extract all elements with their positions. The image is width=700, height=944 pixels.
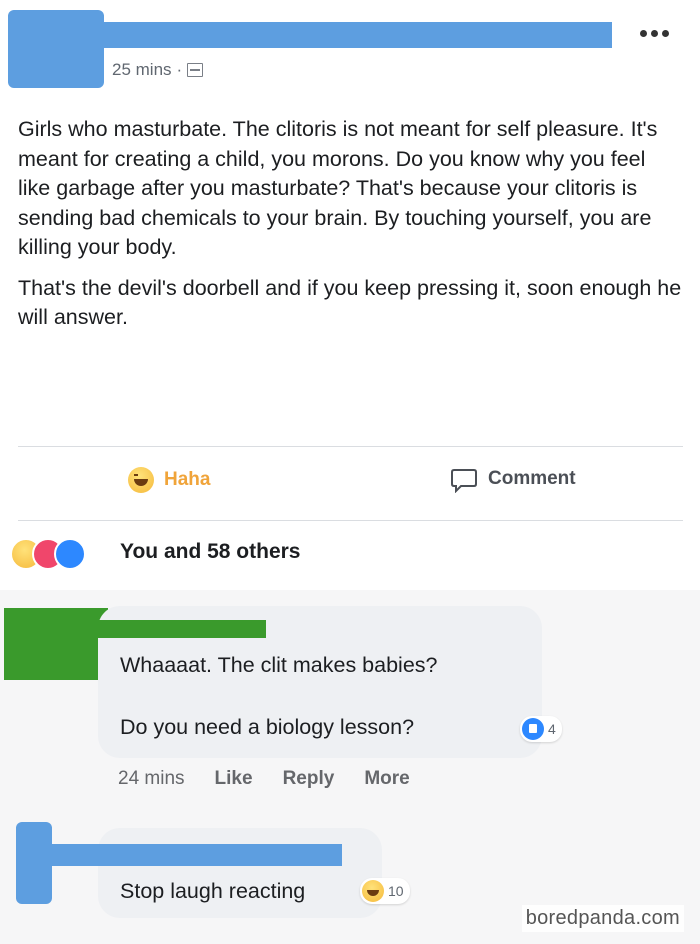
post-paragraph-1: Girls who masturbate. The clitoris is no… — [18, 117, 658, 259]
reactions-count-text[interactable]: You and 58 others — [120, 540, 300, 564]
comment-1-actions: 24 mins Like Reply More — [118, 768, 410, 790]
comment-1-line-1: Whaaaat. The clit makes babies? — [120, 653, 438, 677]
comment-icon — [450, 467, 478, 494]
comment-button[interactable]: Comment — [450, 467, 576, 494]
like-icon — [54, 538, 86, 570]
divider-top — [18, 446, 683, 447]
redacted-author-name — [96, 22, 612, 48]
reactions-summary[interactable]: You and 58 others — [0, 522, 700, 590]
reaction-icons — [10, 538, 110, 570]
post-card: 25 mins · Girls who masturbate. The clit… — [0, 0, 700, 590]
comment-1-like-badge[interactable]: 4 — [520, 716, 562, 742]
like-icon — [522, 718, 544, 740]
comment-1-line-2: Do you need a biology lesson? — [120, 715, 415, 739]
comment-more-button[interactable]: More — [364, 768, 409, 790]
comment-1-time[interactable]: 24 mins — [118, 768, 185, 790]
post-body: Girls who masturbate. The clitoris is no… — [18, 115, 683, 344]
comment-1-like-count: 4 — [548, 721, 556, 737]
globe-icon — [187, 63, 204, 77]
redacted-commenter-name — [60, 620, 266, 638]
comment-label: Comment — [488, 468, 576, 489]
comment-2-reaction-count: 10 — [388, 883, 404, 899]
haha-icon — [128, 467, 154, 493]
more-options-icon[interactable] — [640, 30, 669, 37]
comment-2-text: Stop laugh reacting — [120, 879, 306, 903]
post-paragraph-2: That's the devil's doorbell and if you k… — [18, 275, 682, 330]
divider-bottom — [18, 520, 683, 521]
haha-icon — [362, 880, 384, 902]
post-meta: 25 mins · — [112, 60, 204, 80]
post-time[interactable]: 25 mins — [112, 60, 172, 80]
comment-like-button[interactable]: Like — [215, 768, 253, 790]
redacted-commenter-avatar — [4, 608, 108, 680]
comment-2-reaction-badge[interactable]: 10 — [360, 878, 410, 904]
comment-reply-button[interactable]: Reply — [283, 768, 335, 790]
meta-separator: · — [176, 60, 183, 79]
redacted-avatar — [8, 10, 104, 88]
redacted-commenter-name-2 — [40, 844, 342, 866]
watermark: boredpanda.com — [521, 905, 684, 932]
comment-bubble-2 — [98, 828, 382, 918]
haha-label: Haha — [164, 469, 211, 490]
haha-button[interactable]: Haha — [128, 467, 210, 493]
